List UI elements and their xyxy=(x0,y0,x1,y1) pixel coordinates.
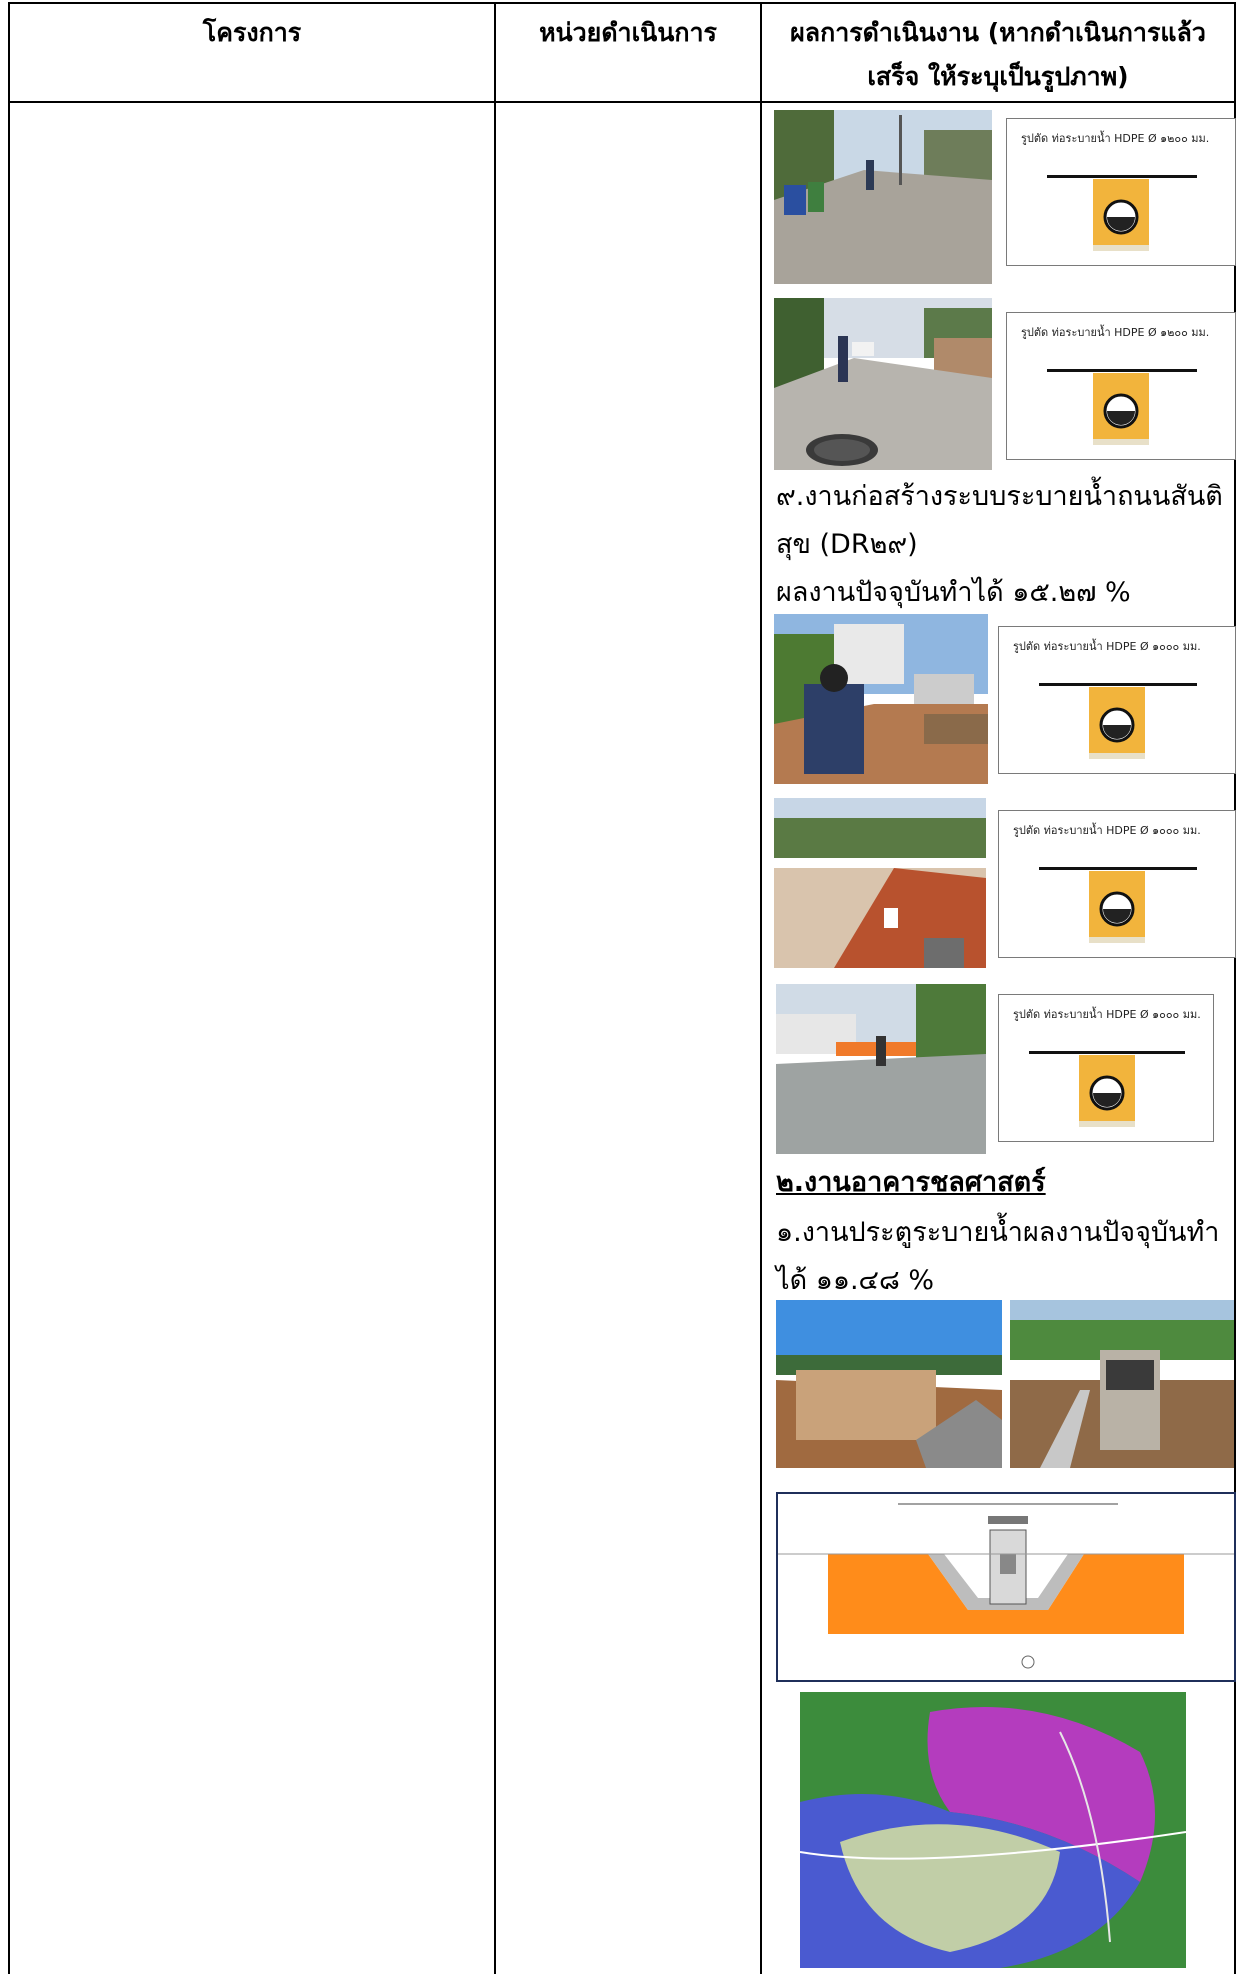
item9-progress: ผลงานปัจจุบันทำได้ ๑๕.๒๗ % xyxy=(776,577,1131,608)
section2-heading: ๒.งานอาคารชลศาสตร์ xyxy=(776,1167,1046,1198)
header-result-line1: ผลการดำเนินงาน (หากดำเนินการแล้ว xyxy=(790,18,1206,47)
road-work-photo-1 xyxy=(774,110,992,284)
table-border-top xyxy=(8,2,1236,4)
table-divider-1 xyxy=(494,2,496,1974)
survey-worker-photo xyxy=(774,614,988,784)
item9-title-line2: สุข (DR๒๙) xyxy=(776,529,918,560)
table-border-header-bottom xyxy=(8,101,1236,103)
item1-title-line2: ได้ ๑๑.๔๘ % xyxy=(776,1265,935,1296)
table-border-left xyxy=(8,2,10,1974)
pipe-section-drawing-3: รูปตัด ท่อระบายน้ำ HDPE Ø ๑๐๐๐ มม. xyxy=(998,626,1236,774)
pipe-section-drawing-4: รูปตัด ท่อระบายน้ำ HDPE Ø ๑๐๐๐ มม. xyxy=(998,810,1236,958)
pipe-section-drawing-5: รูปตัด ท่อระบายน้ำ HDPE Ø ๑๐๐๐ มม. xyxy=(998,994,1214,1142)
item1-title-line1: ๑.งานประตูระบายน้ำผลงานปัจจุบันทำ xyxy=(776,1217,1220,1248)
sluice-gate-channel-photo xyxy=(1010,1300,1234,1468)
sluice-gate-section-drawing xyxy=(776,1492,1236,1682)
header-project: โครงการ xyxy=(202,18,302,47)
table-divider-2 xyxy=(760,2,762,1974)
pipe-section-drawing-1: รูปตัด ท่อระบายน้ำ HDPE Ø ๑๒๐๐ มม. xyxy=(1006,118,1236,266)
concrete-road-photo xyxy=(776,984,986,1154)
header-result-line2: เสร็จ ให้ระบุเป็นรูปภาพ) xyxy=(867,62,1129,91)
pipe-section-drawing-2: รูปตัด ท่อระบายน้ำ HDPE Ø ๑๒๐๐ มม. xyxy=(1006,312,1236,460)
road-work-photo-2 xyxy=(774,298,992,470)
drainage-zone-map xyxy=(800,1692,1186,1968)
trench-excavation-photo xyxy=(774,798,986,968)
item9-title-line1: ๙.งานก่อสร้างระบบระบายน้ำถนนสันติ xyxy=(776,481,1223,512)
header-agency: หน่วยดำเนินการ xyxy=(539,18,717,47)
sluice-gate-formwork-photo xyxy=(776,1300,1002,1468)
